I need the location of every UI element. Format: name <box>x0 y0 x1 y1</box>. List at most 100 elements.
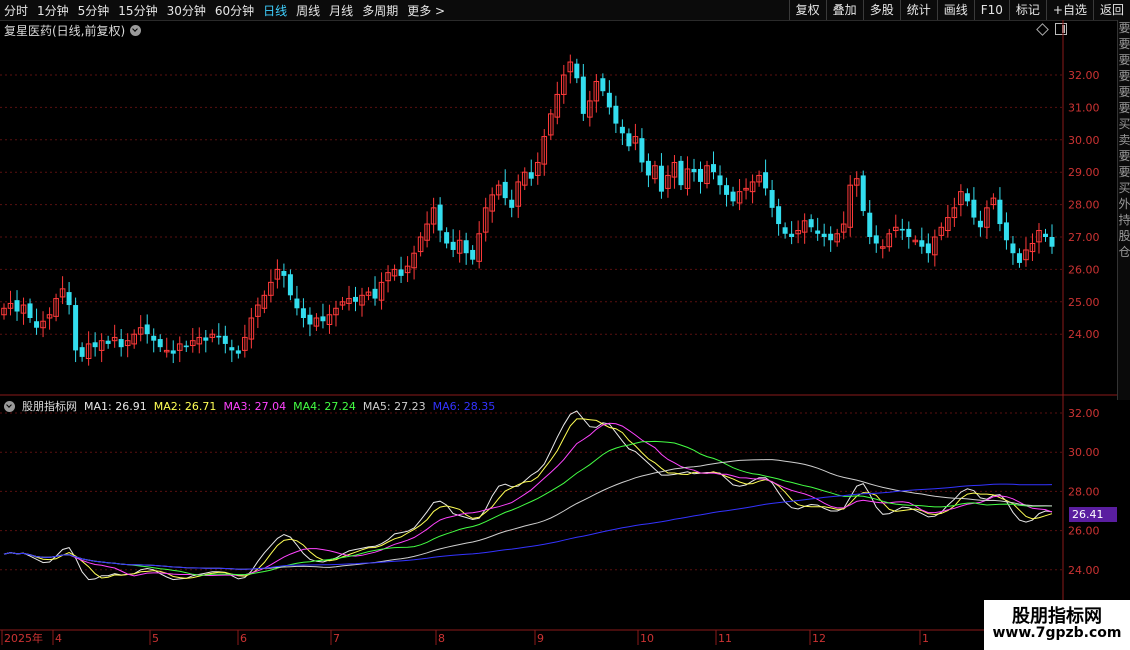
time-tick-2: 5 <box>152 632 159 645</box>
candle-body-57 <box>372 288 378 299</box>
candle-body-142 <box>925 243 931 254</box>
candle-body-94 <box>613 105 619 124</box>
time-tick-5: 8 <box>438 632 445 645</box>
candle-body-92 <box>600 78 606 92</box>
candle-body-161 <box>1049 237 1055 247</box>
ma-legend-3: MA3: 27.04 <box>223 399 287 413</box>
ind-tick-2: 28.00 <box>1068 485 1100 498</box>
candle-body-156 <box>1016 253 1022 263</box>
time-tick-10: 1 <box>922 632 929 645</box>
side-char-3: 要 <box>1118 69 1130 83</box>
side-char-6: 买 <box>1118 117 1130 131</box>
side-char-4: 要 <box>1118 85 1130 99</box>
current-value-badge: 26.41 <box>1069 507 1117 522</box>
candle-body-99 <box>645 160 651 176</box>
candle-body-120 <box>782 227 788 234</box>
candle-body-93 <box>606 92 612 108</box>
candle-body-68 <box>444 232 450 244</box>
side-char-14: 仓 <box>1118 245 1130 259</box>
chevron-down-icon[interactable] <box>4 400 15 412</box>
candle-body-72 <box>470 249 476 260</box>
candle-body-14 <box>92 342 98 348</box>
candle-body-12 <box>79 347 85 357</box>
candle-body-49 <box>320 316 326 322</box>
candle-body-78 <box>509 199 515 208</box>
price-tick-5: 27.00 <box>1068 231 1100 244</box>
candle-body-125 <box>815 230 821 234</box>
time-tick-4: 7 <box>333 632 340 645</box>
candle-body-28 <box>183 345 189 348</box>
candle-body-95 <box>619 126 625 134</box>
candle-body-88 <box>574 63 580 79</box>
candle-body-139 <box>906 228 912 237</box>
ma-legend-1: MA1: 26.91 <box>84 399 147 413</box>
price-tick-3: 29.00 <box>1068 166 1100 179</box>
ma-line-6 <box>3 483 1053 570</box>
price-tick-0: 32.00 <box>1068 69 1100 82</box>
candle-body-132 <box>860 175 866 212</box>
candle-body-109 <box>711 164 717 173</box>
side-char-5: 要 <box>1118 101 1130 115</box>
ind-tick-3: 26.00 <box>1068 525 1100 538</box>
side-char-2: 要 <box>1118 53 1130 67</box>
side-char-0: 要 <box>1118 21 1130 35</box>
kline-chart[interactable]: 32.00 31.00 30.00 29.00 28.00 27.00 26.00 25.00… <box>0 0 1130 650</box>
time-tick-3: 6 <box>240 632 247 645</box>
indicator-name: 股朋指标网 <box>22 400 77 413</box>
ma-legend-5: MA5: 27.23 <box>362 399 426 413</box>
ma-line-5 <box>3 459 1053 570</box>
side-char-8: 要 <box>1118 149 1130 163</box>
side-char-12: 持 <box>1118 213 1130 227</box>
candle-body-111 <box>724 185 730 195</box>
candle-body-10 <box>66 292 72 306</box>
right-side-panel[interactable]: 要要要要要要买卖要要买外持股仓 <box>1117 20 1130 400</box>
ma-line-3 <box>3 422 1053 577</box>
ma-line-1 <box>3 410 1053 581</box>
candle-body-101 <box>658 165 664 192</box>
candle-body-2 <box>14 300 20 312</box>
candle-body-141 <box>919 240 925 247</box>
time-tick-7: 10 <box>640 632 654 645</box>
candle-body-119 <box>776 206 782 225</box>
ma-legend-2: MA2: 26.71 <box>153 399 217 413</box>
candle-body-54 <box>353 296 359 302</box>
side-char-1: 要 <box>1118 37 1130 51</box>
candle-body-18 <box>118 339 124 348</box>
candle-body-23 <box>151 335 157 341</box>
ind-tick-1: 30.00 <box>1068 446 1100 459</box>
candle-body-98 <box>639 138 645 163</box>
candle-body-69 <box>450 241 456 250</box>
candle-body-47 <box>307 314 313 325</box>
candle-body-61 <box>398 269 404 276</box>
candle-body-104 <box>678 160 684 186</box>
time-tick-8: 11 <box>718 632 732 645</box>
side-char-13: 股 <box>1118 229 1130 243</box>
ind-tick-0: 32.00 <box>1068 407 1100 420</box>
candle-body-71 <box>463 240 469 254</box>
candle-body-5 <box>34 321 40 328</box>
candle-body-22 <box>144 324 150 335</box>
candle-body-33 <box>216 335 222 338</box>
candle-body-134 <box>873 235 879 244</box>
candle-body-112 <box>730 191 736 202</box>
price-tick-1: 31.00 <box>1068 101 1100 114</box>
candle-body-34 <box>222 335 228 344</box>
price-tick-4: 28.00 <box>1068 199 1100 212</box>
price-tick-2: 30.00 <box>1068 134 1100 147</box>
candle-body-35 <box>229 347 235 351</box>
candle-body-46 <box>300 308 306 318</box>
side-char-9: 要 <box>1118 165 1130 179</box>
ma-legend-4: MA4: 27.24 <box>293 399 356 413</box>
watermark-url: www.7gpzb.com <box>992 625 1122 641</box>
candle-body-107 <box>697 168 703 182</box>
candle-body-133 <box>867 212 873 237</box>
candle-body-67 <box>437 204 443 231</box>
ind-tick-4: 24.00 <box>1068 564 1100 577</box>
ma-line-2 <box>3 418 1053 579</box>
side-char-7: 卖 <box>1118 133 1130 147</box>
candle-body-150 <box>977 220 983 228</box>
candle-body-155 <box>1010 243 1016 254</box>
candle-body-106 <box>691 168 697 173</box>
candle-body-118 <box>769 190 775 208</box>
side-char-11: 外 <box>1118 197 1130 211</box>
